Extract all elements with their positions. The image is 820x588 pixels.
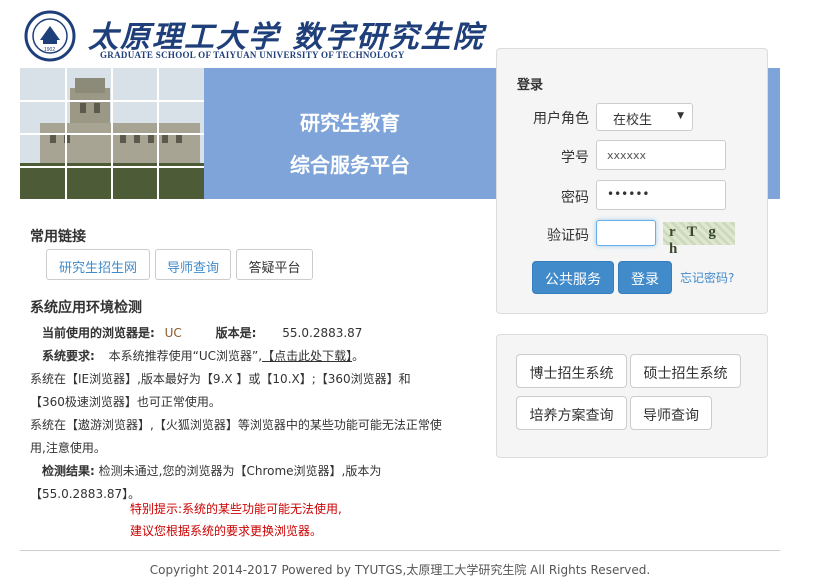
result-row: 检测结果: 检测未通过,您的浏览器为【Chrome浏览器】,版本为 xyxy=(30,460,492,483)
training-plan-button[interactable]: 培养方案查询 xyxy=(516,396,627,430)
requirement-row: 系统要求: 本系统推荐使用“UC浏览器”,【点击此处下载】。 xyxy=(30,345,492,368)
logo-year: 1902 xyxy=(44,47,55,53)
warning-line-2: 建议您根据系统的要求更换浏览器。 xyxy=(130,524,323,538)
version-label: 版本是: xyxy=(215,326,257,340)
login-title: 登录 xyxy=(517,78,544,93)
banner-title: 研究生教育 综合服务平台 xyxy=(290,102,410,186)
version-value: 55.0.2883.87 xyxy=(282,326,363,340)
banner-line-2: 综合服务平台 xyxy=(290,153,410,177)
login-button[interactable]: 登录 xyxy=(618,261,672,294)
link-advisor-query[interactable]: 导师查询 xyxy=(155,249,231,280)
requirement-label: 系统要求: xyxy=(42,349,95,363)
link-qa-platform[interactable]: 答疑平台 xyxy=(236,249,313,280)
env-line-6: 用,注意使用。 xyxy=(30,441,106,455)
captcha-input[interactable] xyxy=(596,220,656,246)
special-warning: 特别提示:系统的某些功能可能无法使用, 建议您根据系统的要求更换浏览器。 xyxy=(130,498,342,542)
link-admission-site[interactable]: 研究生招生网 xyxy=(46,249,150,280)
university-logo-icon: 1902 xyxy=(24,10,76,62)
campus-photo xyxy=(20,68,204,199)
env-line-3: 系统在【IE浏览器】,版本最好为【9.X 】或【10.X】;【360浏览器】和 xyxy=(0,368,492,391)
doctor-admission-button[interactable]: 博士招生系统 xyxy=(516,354,627,388)
public-service-button[interactable]: 公共服务 xyxy=(532,261,614,294)
brand-subtitle: GRADUATE SCHOOL OF TAIYUAN UNIVERSITY OF… xyxy=(100,50,405,60)
student-id-input[interactable]: xxxxxx xyxy=(596,140,726,170)
banner-line-1: 研究生教育 xyxy=(300,111,400,135)
result-text: 检测未通过,您的浏览器为【Chrome浏览器】,版本为 xyxy=(98,464,382,478)
requirement-text: 本系统推荐使用“UC浏览器”, xyxy=(108,349,263,363)
advisor-query-button[interactable]: 导师查询 xyxy=(630,396,712,430)
env-check: 当前使用的浏览器是: UC 版本是: 55.0.2883.87 系统要求: 本系… xyxy=(30,322,492,506)
student-id-label: 学号 xyxy=(561,150,589,166)
login-panel: 登录 用户角色 在校生 ▼ 学号 xxxxxx 密码 •••••• 验证码 r … xyxy=(496,48,768,314)
warning-line-1: 特别提示:系统的某些功能可能无法使用, xyxy=(130,502,342,516)
links-title: 常用链接 xyxy=(30,229,86,245)
requirement-end: 。 xyxy=(352,349,365,363)
captcha-image[interactable]: r T g h xyxy=(663,222,735,257)
password-label: 密码 xyxy=(561,190,589,206)
footer-divider xyxy=(20,550,780,551)
download-link[interactable]: 【点击此处下载】 xyxy=(262,349,352,363)
password-input[interactable]: •••••• xyxy=(596,180,726,210)
role-label: 用户角色 xyxy=(533,111,589,127)
forgot-password-link[interactable]: 忘记密码? xyxy=(680,269,734,286)
env-line-5: 系统在【遨游浏览器】,【火狐浏览器】等浏览器中的某些功能可能无法正常使 xyxy=(30,418,442,432)
current-browser-value: UC xyxy=(164,326,182,340)
role-select[interactable]: 在校生 ▼ xyxy=(596,103,693,131)
env-line-3-text: 系统在【IE浏览器】,版本最好为【9.X 】或【10.X】;【360浏览器】和 xyxy=(30,372,411,386)
current-browser-label: 当前使用的浏览器是: xyxy=(42,326,155,340)
role-value: 在校生 xyxy=(613,113,653,128)
footer-copyright: Copyright 2014-2017 Powered by TYUTGS,太原… xyxy=(149,563,651,577)
result-label: 检测结果: xyxy=(42,464,95,478)
current-browser-row: 当前使用的浏览器是: UC 版本是: 55.0.2883.87 xyxy=(30,322,492,345)
caret-down-icon: ▼ xyxy=(677,111,684,121)
env-line-4: 【360极速浏览器】也可正常使用。 xyxy=(30,395,221,409)
master-admission-button[interactable]: 硕士招生系统 xyxy=(630,354,741,388)
env-title: 系统应用环境检测 xyxy=(30,300,142,316)
systems-panel: 博士招生系统 硕士招生系统 培养方案查询 导师查询 xyxy=(496,334,768,458)
captcha-label: 验证码 xyxy=(547,228,589,244)
